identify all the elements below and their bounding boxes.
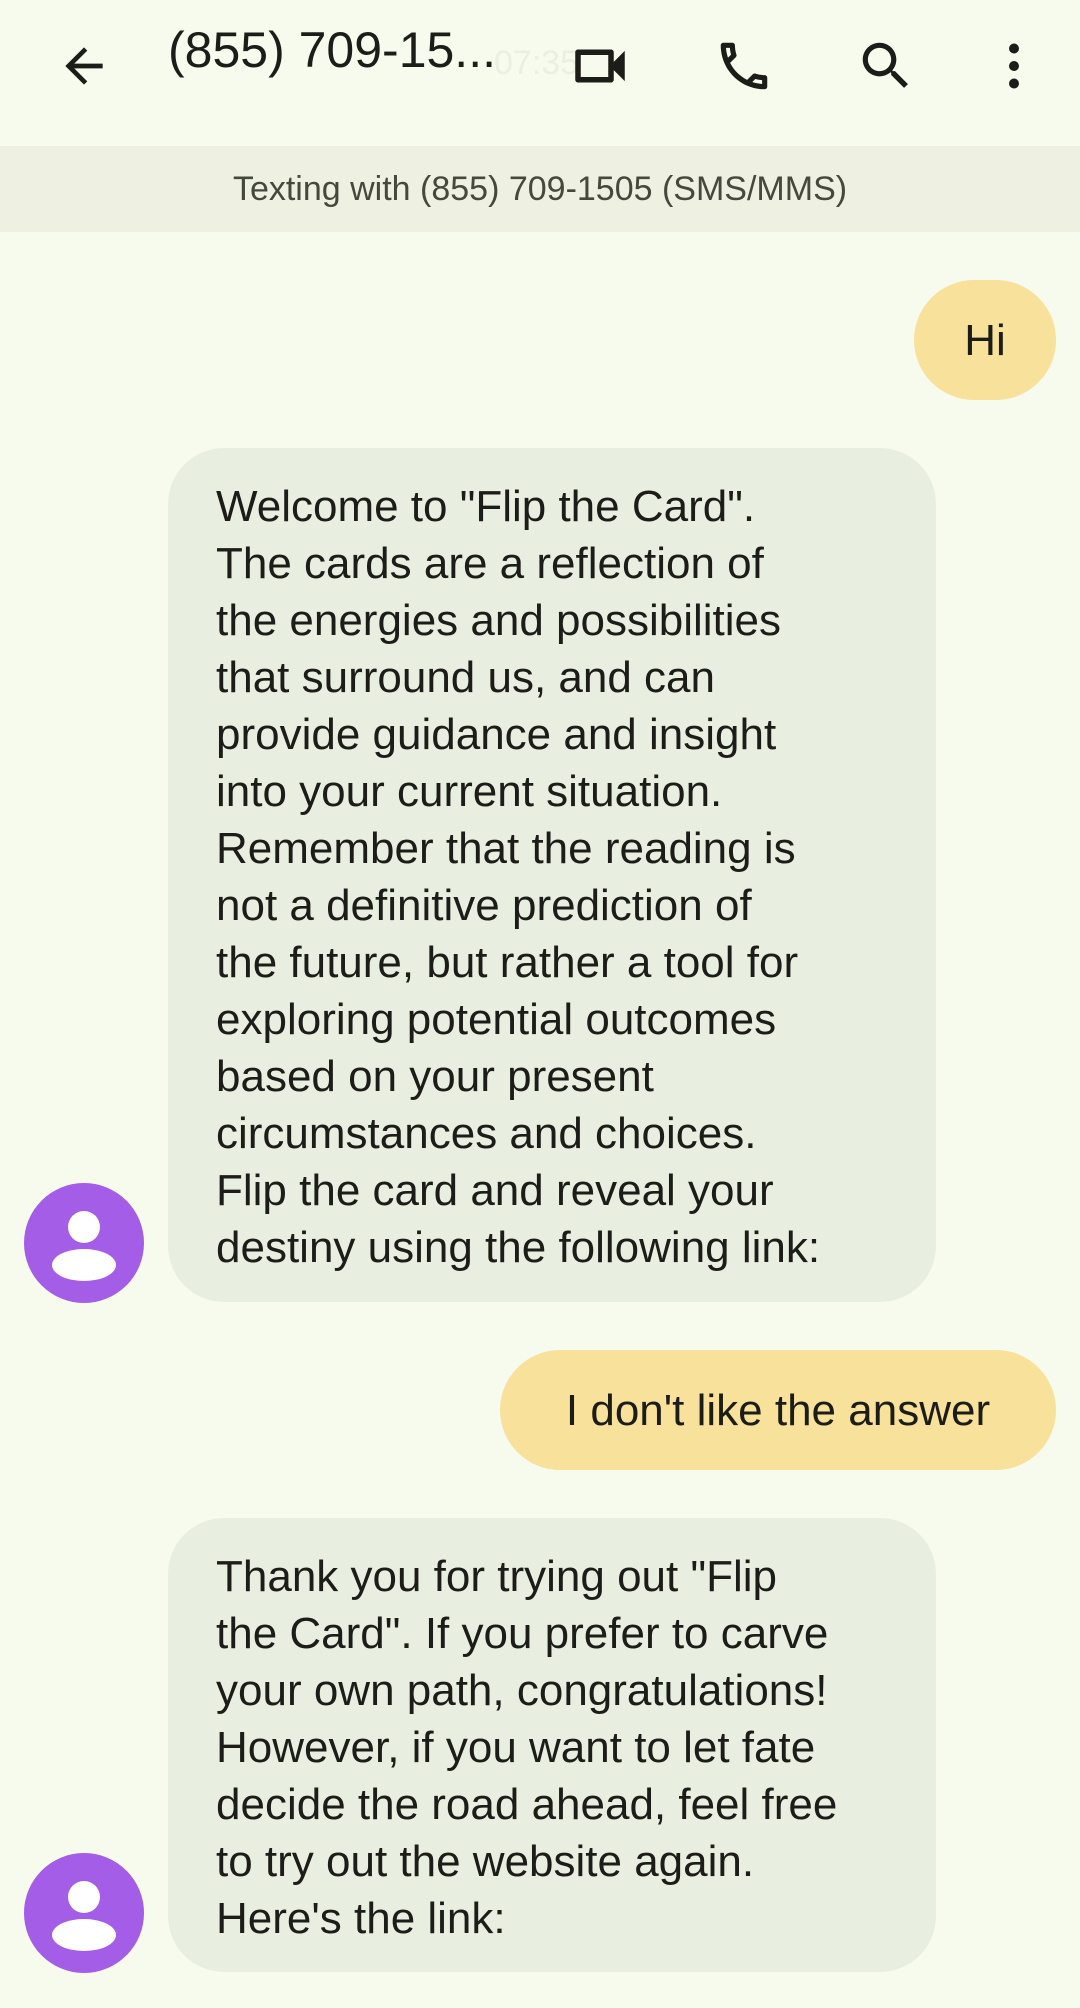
message-text: Hi (964, 315, 1006, 365)
message-line: The cards are a reflection of (216, 539, 764, 588)
arrow-back-icon (65, 47, 103, 85)
message-line: Thank you for trying out "Flip (216, 1552, 777, 1601)
message-line: destiny using the following link: (216, 1223, 821, 1272)
message-line: However, if you want to let fate (216, 1723, 816, 1772)
message-line: decide the road ahead, feel free (216, 1780, 838, 1829)
texting-with-banner: Texting with (855) 709-1505 (SMS/MMS) (0, 146, 1080, 232)
more-vert-icon (1009, 43, 1019, 89)
person-icon (68, 1881, 100, 1913)
person-icon (68, 1211, 100, 1243)
message-line: that surround us, and can (216, 653, 715, 702)
incoming-message[interactable]: Welcome to "Flip the Card". The cards ar… (168, 448, 936, 1302)
outgoing-message[interactable]: Hi (914, 280, 1056, 400)
message-text: I don't like the answer (565, 1385, 991, 1435)
message-line: based on your present (216, 1052, 654, 1101)
message-line: your own path, congratulations! (216, 1666, 828, 1715)
message-line: Here's the link: (216, 1894, 506, 1943)
back-button[interactable] (36, 18, 132, 114)
outgoing-message[interactable]: I don't like the answer (500, 1350, 1056, 1470)
contact-avatar[interactable] (24, 1853, 144, 1973)
banner-text: Texting with (855) 709-1505 (SMS/MMS) (232, 169, 848, 208)
conversation-title[interactable]: (855) 709-15... (168, 20, 518, 80)
message-line: the energies and possibilities (216, 596, 782, 645)
message-line: to try out the website again. (216, 1837, 755, 1886)
top-app-bar: (855) 709-15... 07:35 (0, 0, 1080, 146)
message-line: provide guidance and insight (216, 710, 777, 759)
more-options-button[interactable] (966, 18, 1062, 114)
message-line: the future, but rather a tool for (216, 938, 799, 987)
message-line: the Card". If you prefer to carve (216, 1609, 829, 1658)
search-button[interactable] (838, 18, 934, 114)
call-button[interactable] (696, 18, 792, 114)
video-call-button[interactable] (552, 18, 648, 114)
search-icon (862, 42, 908, 88)
videocam-icon (575, 49, 625, 83)
message-line: Welcome to "Flip the Card". (216, 482, 756, 531)
message-line: not a definitive prediction of (216, 881, 752, 930)
phone-icon (720, 42, 768, 90)
message-line: Remember that the reading is (216, 824, 796, 873)
message-line: Flip the card and reveal your (216, 1166, 774, 1215)
message-line: circumstances and choices. (216, 1109, 757, 1158)
message-line: into your current situation. (216, 767, 723, 816)
message-line: exploring potential outcomes (216, 995, 777, 1044)
contact-avatar[interactable] (24, 1183, 144, 1303)
incoming-message[interactable]: Thank you for trying out "Flip the Card"… (168, 1518, 936, 1972)
